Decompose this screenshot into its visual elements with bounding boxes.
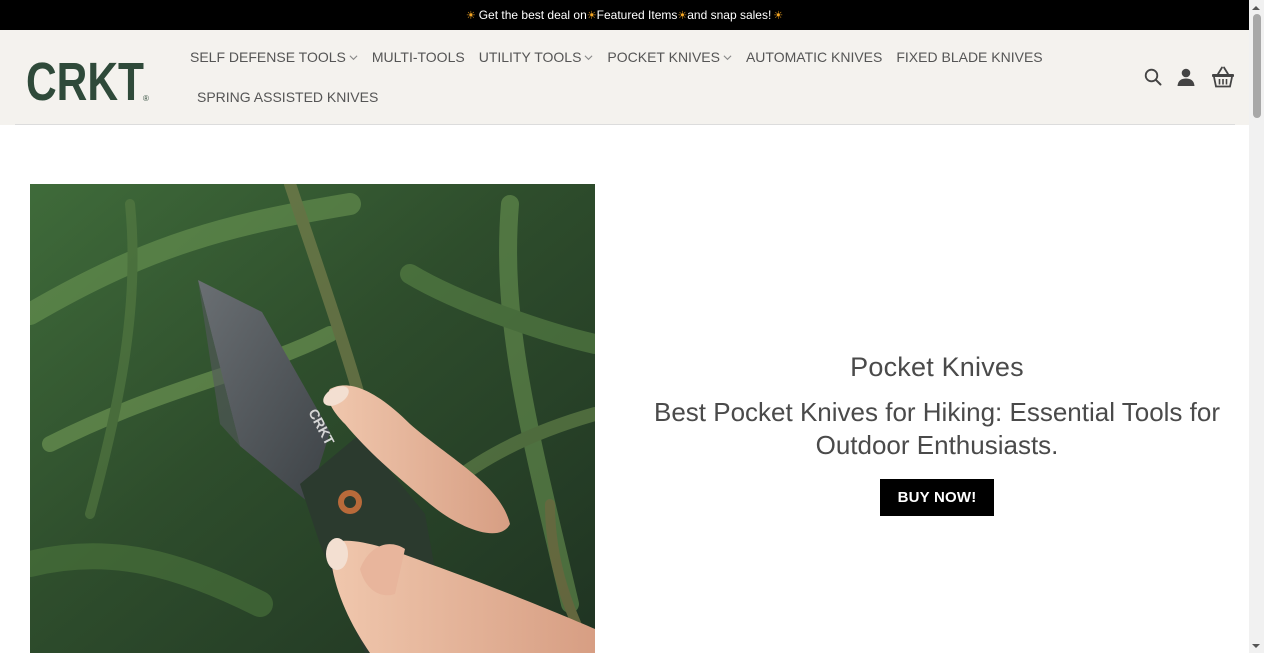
nav-spring-assisted-knives[interactable]: SPRING ASSISTED KNIVES: [197, 89, 378, 105]
nav-self-defense-tools[interactable]: SELF DEFENSE TOOLS: [190, 49, 358, 65]
nav-label: SELF DEFENSE TOOLS: [190, 49, 346, 65]
hero-image: CRKT: [30, 184, 595, 653]
hero-title: Best Pocket Knives for Hiking: Essential…: [654, 397, 1220, 460]
sun-icon: ☀: [677, 9, 688, 22]
nav-automatic-knives[interactable]: AUTOMATIC KNIVES: [746, 49, 882, 65]
promo-featured-link[interactable]: Featured Items: [597, 8, 678, 22]
header-divider: [15, 124, 1235, 125]
nav-label: FIXED BLADE KNIVES: [896, 49, 1043, 65]
chevron-down-icon: [723, 54, 732, 60]
search-icon[interactable]: [1144, 68, 1162, 86]
site-header: [0, 30, 1249, 125]
scrollbar-thumb[interactable]: [1253, 14, 1261, 118]
nav-label: SPRING ASSISTED KNIVES: [197, 89, 379, 105]
nav-label: AUTOMATIC KNIVES: [745, 49, 883, 65]
chevron-down-icon: [349, 54, 358, 60]
nav-utility-tools[interactable]: UTILITY TOOLS: [479, 49, 594, 65]
hero-content: Pocket Knives Best Pocket Knives for Hik…: [640, 352, 1234, 516]
nav-fixed-blade-knives[interactable]: FIXED BLADE KNIVES: [896, 49, 1042, 65]
crkt-logo[interactable]: CRKT ®: [26, 54, 152, 104]
sun-icon: ☀: [773, 9, 784, 22]
promo-bar: ☀ Get the best deal on ☀ Featured Items …: [0, 0, 1249, 30]
buy-now-button[interactable]: BUY NOW!: [879, 479, 995, 516]
scroll-down-arrow-icon[interactable]: [1251, 642, 1261, 650]
chevron-down-icon: [584, 54, 593, 60]
promo-text-1: Get the best deal on: [478, 8, 587, 22]
main-nav-row-2: SPRING ASSISTED KNIVES: [197, 87, 392, 107]
nav-label: MULTI-TOOLS: [371, 49, 465, 65]
header-icons: [1144, 66, 1235, 88]
main-nav-row-1: SELF DEFENSE TOOLS MULTI-TOOLS UTILITY T…: [190, 47, 1057, 67]
nav-pocket-knives[interactable]: POCKET KNIVES: [607, 49, 732, 65]
promo-text-3: and snap sales!: [687, 8, 772, 22]
scroll-up-arrow-icon[interactable]: [1251, 4, 1261, 12]
hero-category: Pocket Knives: [850, 352, 1024, 382]
registered-mark: ®: [143, 94, 149, 103]
logo-text: CRKT: [26, 54, 144, 104]
nav-multi-tools[interactable]: MULTI-TOOLS: [372, 49, 465, 65]
sun-icon: ☀: [465, 9, 476, 22]
sun-icon: ☀: [586, 9, 597, 22]
nav-label: POCKET KNIVES: [607, 49, 720, 65]
account-icon[interactable]: [1176, 67, 1196, 87]
nav-label: UTILITY TOOLS: [478, 49, 582, 65]
basket-icon[interactable]: [1211, 66, 1235, 88]
